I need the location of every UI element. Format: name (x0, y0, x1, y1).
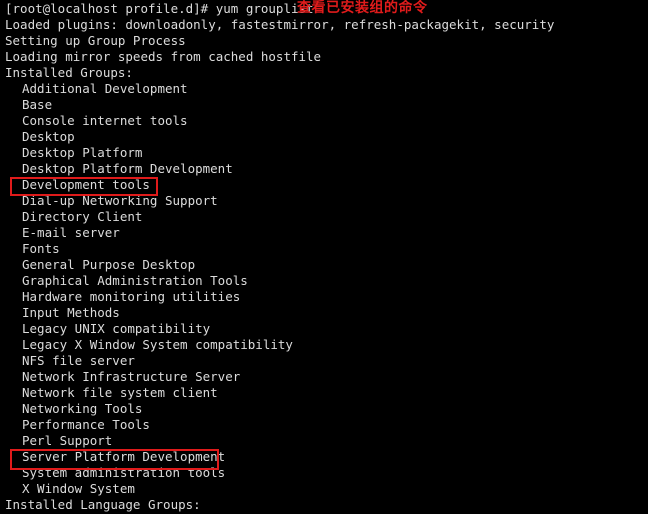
group-item-input-methods: Input Methods (22, 305, 120, 320)
group-item-system-administration-tools: System administration tools (22, 465, 226, 480)
group-item-performance-tools: Performance Tools (22, 417, 150, 432)
group-item-graphical-administration-tools: Graphical Administration Tools (22, 273, 248, 288)
group-item-hardware-monitoring-utilities: Hardware monitoring utilities (22, 289, 241, 304)
group-item-legacy-unix-compatibility: Legacy UNIX compatibility (22, 321, 211, 336)
group-item-e-mail-server: E-mail server (22, 225, 120, 240)
group-item-dial-up-networking-support: Dial-up Networking Support (22, 193, 218, 208)
group-item-desktop: Desktop (22, 129, 75, 144)
group-item-x-window-system: X Window System (22, 481, 135, 496)
terminal-window[interactable]: [root@localhost profile.d]# yum grouplis… (0, 0, 648, 514)
group-item-desktop-platform-development: Desktop Platform Development (22, 161, 233, 176)
group-item-network-file-system-client: Network file system client (22, 385, 218, 400)
group-item-console-internet-tools: Console internet tools (22, 113, 188, 128)
group-item-base: Base (22, 97, 53, 112)
terminal-line-loading-mirror-speeds: Loading mirror speeds from cached hostfi… (5, 49, 322, 64)
terminal-line-loaded-plugins: Loaded plugins: downloadonly, fastestmir… (5, 17, 555, 32)
terminal-line-installed-language-groups-header: Installed Language Groups: (5, 497, 201, 512)
terminal-line-installed-groups-header: Installed Groups: (5, 65, 133, 80)
group-item-server-platform-development: Server Platform Development (22, 449, 226, 464)
group-item-general-purpose-desktop: General Purpose Desktop (22, 257, 196, 272)
group-item-perl-support: Perl Support (22, 433, 113, 448)
group-item-networking-tools: Networking Tools (22, 401, 143, 416)
group-item-directory-client: Directory Client (22, 209, 143, 224)
annotation-command-note: 查看已安装组的命令 (297, 0, 428, 16)
group-item-legacy-x-window-system-compatibility: Legacy X Window System compatibility (22, 337, 293, 352)
terminal-screen[interactable]: [root@localhost profile.d]# yum grouplis… (0, 0, 648, 514)
group-item-fonts: Fonts (22, 241, 60, 256)
group-item-desktop-platform: Desktop Platform (22, 145, 143, 160)
group-item-nfs-file-server: NFS file server (22, 353, 135, 368)
group-item-additional-development: Additional Development (22, 81, 188, 96)
terminal-line-setting-up-group-process: Setting up Group Process (5, 33, 186, 48)
group-item-development-tools: Development tools (22, 177, 150, 192)
group-item-network-infrastructure-server: Network Infrastructure Server (22, 369, 241, 384)
